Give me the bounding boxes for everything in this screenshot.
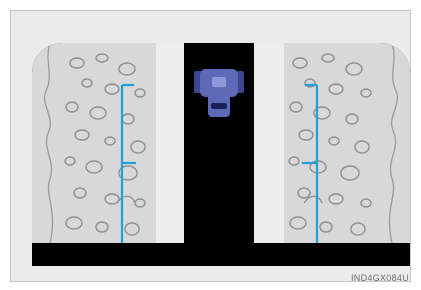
vehicle-icon xyxy=(194,69,244,117)
right-wall xyxy=(254,43,410,243)
left-wall xyxy=(32,43,184,243)
figure-code: IND4GX084U xyxy=(350,273,409,283)
camera-view-screen xyxy=(32,43,410,266)
screen-bottom-bar xyxy=(32,243,410,266)
camera-view xyxy=(32,43,410,266)
